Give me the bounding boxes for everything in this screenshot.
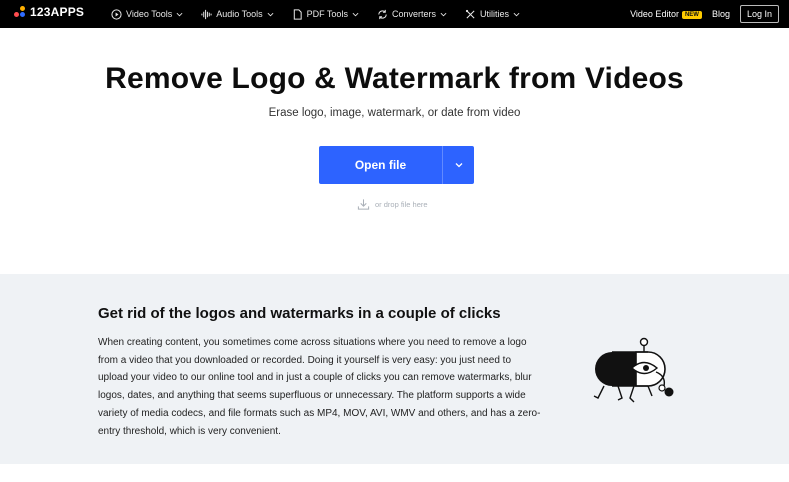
login-button[interactable]: Log In [739, 5, 779, 23]
drop-zone-hint: or drop file here [357, 198, 428, 211]
info-line: logos, dates, and anything that seems su… [98, 390, 526, 402]
new-badge: NEW [681, 11, 702, 19]
eraser-character-illustration [593, 337, 674, 403]
menu-audio-tools[interactable]: Audio Tools [192, 0, 282, 28]
brand-name: 123APPS [30, 5, 85, 19]
video-editor-label: Video Editor [630, 9, 679, 19]
brand-logo[interactable]: 123APPS [14, 6, 84, 18]
blog-link[interactable]: Blog [712, 9, 730, 19]
info-line: variety of media codecs, and file format… [98, 407, 541, 419]
open-file-button-group: Open file [319, 146, 474, 184]
brand-dots-icon [14, 6, 26, 18]
download-icon [357, 199, 370, 210]
menu-audio-tools-label: Audio Tools [216, 9, 263, 19]
info-line: upload your video to our online tool and… [98, 372, 532, 384]
menu-pdf-tools[interactable]: PDF Tools [283, 0, 368, 28]
chevron-down-icon [352, 12, 359, 16]
video-editor-link[interactable]: Video Editor NEW [630, 9, 702, 19]
tools-icon [465, 9, 475, 19]
chevron-down-icon [455, 163, 462, 168]
drop-hint-text: or drop file here [375, 200, 428, 209]
document-icon [293, 8, 302, 20]
page-title: Remove Logo & Watermark from Videos [105, 62, 684, 95]
chevron-down-icon [267, 12, 274, 16]
info-line: When creating content, you sometimes com… [98, 337, 527, 348]
menu-utilities-label: Utilities [479, 9, 509, 19]
menu-video-tools-label: Video Tools [126, 9, 173, 19]
chevron-down-icon [513, 12, 520, 16]
open-file-button[interactable]: Open file [319, 146, 442, 184]
menu-pdf-tools-label: PDF Tools [306, 9, 348, 19]
page-subtitle: Erase logo, image, watermark, or date fr… [268, 107, 521, 119]
info-line: entry threshold, which is very convenien… [98, 425, 281, 437]
open-file-dropdown-button[interactable] [443, 146, 474, 184]
info-title: Get rid of the logos and watermarks in a… [98, 305, 501, 322]
chevron-down-icon [176, 12, 183, 16]
convert-icon [378, 9, 387, 19]
info-section: Get rid of the logos and watermarks in a… [0, 274, 789, 464]
info-description: When creating content, you sometimes com… [98, 334, 558, 440]
play-circle-icon [111, 8, 122, 20]
nav-right: Video Editor NEW Blog Log In [630, 0, 779, 28]
chevron-down-icon [440, 12, 447, 16]
info-line: from a video that you downloaded or reco… [98, 354, 512, 366]
top-nav: 123APPS Video Tools Audio Tools PDF Tool… [0, 0, 789, 28]
menu-video-tools[interactable]: Video Tools [102, 0, 192, 28]
waveform-icon [201, 9, 212, 19]
menu-converters-label: Converters [391, 9, 436, 19]
menu-utilities[interactable]: Utilities [456, 0, 529, 28]
menu-converters[interactable]: Converters [368, 0, 456, 28]
main-menu: Video Tools Audio Tools PDF Tools Conver… [102, 0, 529, 28]
